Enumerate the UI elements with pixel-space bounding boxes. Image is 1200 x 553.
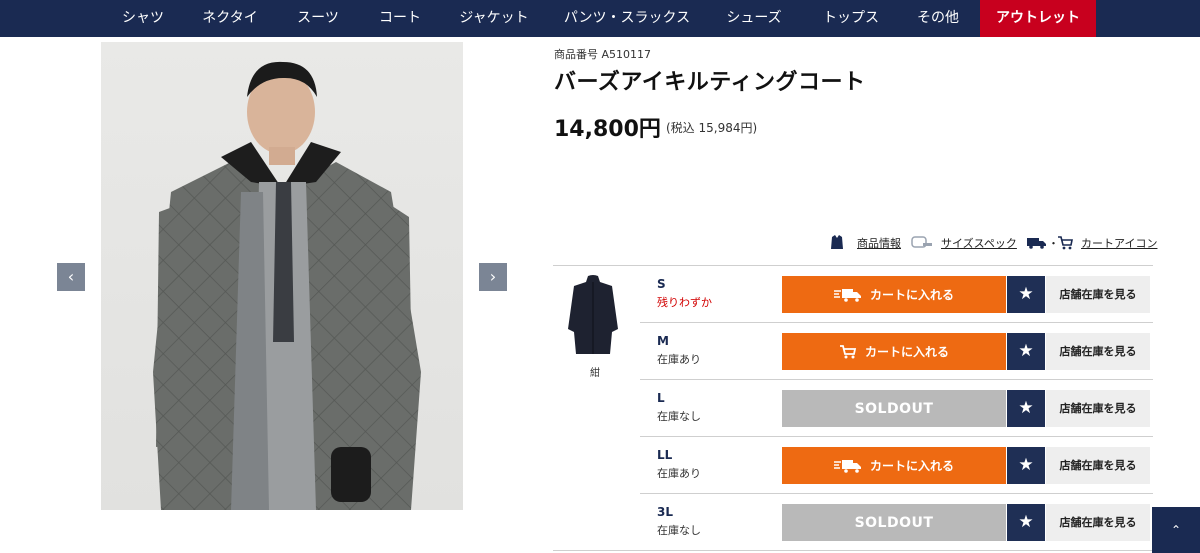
nav-jackets[interactable]: ジャケット [448, 0, 540, 37]
star-icon: ★ [1018, 455, 1034, 475]
next-image-button[interactable]: › [479, 263, 507, 291]
favorite-button[interactable]: ★ [1007, 390, 1045, 427]
chevron-right-icon: › [489, 267, 497, 286]
star-icon: ★ [1018, 284, 1034, 304]
stock-status: 残りわずか [657, 296, 712, 309]
table-divider [553, 265, 1153, 266]
product-title: バーズアイキルティングコート [554, 70, 866, 95]
favorite-button[interactable]: ★ [1007, 276, 1045, 313]
size-spec-link[interactable]: サイズスペック [941, 235, 1017, 251]
cart-icon [839, 344, 857, 358]
star-icon: ★ [1018, 398, 1034, 418]
color-label: 紺 [590, 368, 600, 379]
stock-status: 在庫あり [657, 353, 701, 366]
top-navigation: シャツ ネクタイ スーツ コート ジャケット パンツ・スラックス シューズ トッ… [0, 0, 1200, 37]
chevron-left-icon: ‹ [67, 267, 75, 286]
nav-others[interactable]: その他 [905, 0, 971, 37]
measuring-tape-icon [911, 236, 932, 248]
soldout-button: SOLDOUT [782, 504, 1006, 541]
size-label: M [657, 334, 669, 348]
table-divider [640, 493, 1153, 494]
favorite-button[interactable]: ★ [1007, 504, 1045, 541]
nav-shirts[interactable]: シャツ [108, 0, 178, 37]
star-icon: ★ [1018, 341, 1034, 361]
store-stock-button[interactable]: 店舗在庫を見る [1046, 447, 1150, 484]
nav-suits[interactable]: スーツ [283, 0, 353, 37]
jacket-icon [831, 235, 843, 249]
color-swatch-navy[interactable] [560, 274, 626, 356]
store-stock-button[interactable]: 店舗在庫を見る [1046, 333, 1150, 370]
truck-icon [833, 459, 861, 473]
add-to-cart-label: カートに入れる [869, 288, 954, 302]
add-to-cart-button[interactable]: カートに入れる [782, 333, 1006, 370]
store-stock-button[interactable]: 店舗在庫を見る [1046, 276, 1150, 313]
stock-status: 在庫なし [657, 410, 701, 423]
model-coat-image [153, 61, 421, 510]
add-to-cart-button[interactable]: カートに入れる [782, 447, 1006, 484]
prev-image-button[interactable]: ‹ [57, 263, 85, 291]
add-to-cart-label: カートに入れる [864, 345, 949, 359]
size-label: LL [657, 448, 673, 462]
favorite-button[interactable]: ★ [1007, 333, 1045, 370]
product-photo [101, 42, 463, 510]
nav-outlet[interactable]: アウトレット [980, 0, 1096, 37]
nav-ties[interactable]: ネクタイ [190, 0, 270, 37]
store-stock-button[interactable]: 店舗在庫を見る [1046, 504, 1150, 541]
table-divider [640, 436, 1153, 437]
table-divider [553, 550, 1153, 551]
truck-icon [833, 288, 861, 302]
soldout-button: SOLDOUT [782, 390, 1006, 427]
tax-price: (税込 15,984円) [666, 121, 758, 135]
page-top-button[interactable]: ⌃ [1152, 507, 1200, 553]
chevron-up-icon: ⌃ [1170, 523, 1182, 537]
size-label: S [657, 277, 666, 291]
nav-tops[interactable]: トップス [811, 0, 891, 37]
product-number: 商品番号 A510117 [554, 48, 652, 61]
cart-icon [1058, 236, 1073, 250]
favorite-button[interactable]: ★ [1007, 447, 1045, 484]
nav-coats[interactable]: コート [365, 0, 435, 37]
product-price: 14,800円 [554, 117, 661, 142]
product-info-link[interactable]: 商品情報 [857, 235, 901, 251]
stock-status: 在庫なし [657, 524, 701, 537]
truck-icon [1027, 238, 1046, 249]
nav-pants[interactable]: パンツ・スラックス [557, 0, 697, 37]
size-label: 3L [657, 505, 673, 519]
star-icon: ★ [1018, 512, 1034, 532]
table-divider [640, 379, 1153, 380]
cart-icon-link[interactable]: カートアイコン [1081, 235, 1157, 251]
store-stock-button[interactable]: 店舗在庫を見る [1046, 390, 1150, 427]
table-divider [640, 322, 1153, 323]
nav-shoes[interactable]: シューズ [714, 0, 794, 37]
add-to-cart-button[interactable]: カートに入れる [782, 276, 1006, 313]
stock-status: 在庫あり [657, 467, 701, 480]
add-to-cart-label: カートに入れる [869, 459, 954, 473]
size-label: L [657, 391, 665, 405]
